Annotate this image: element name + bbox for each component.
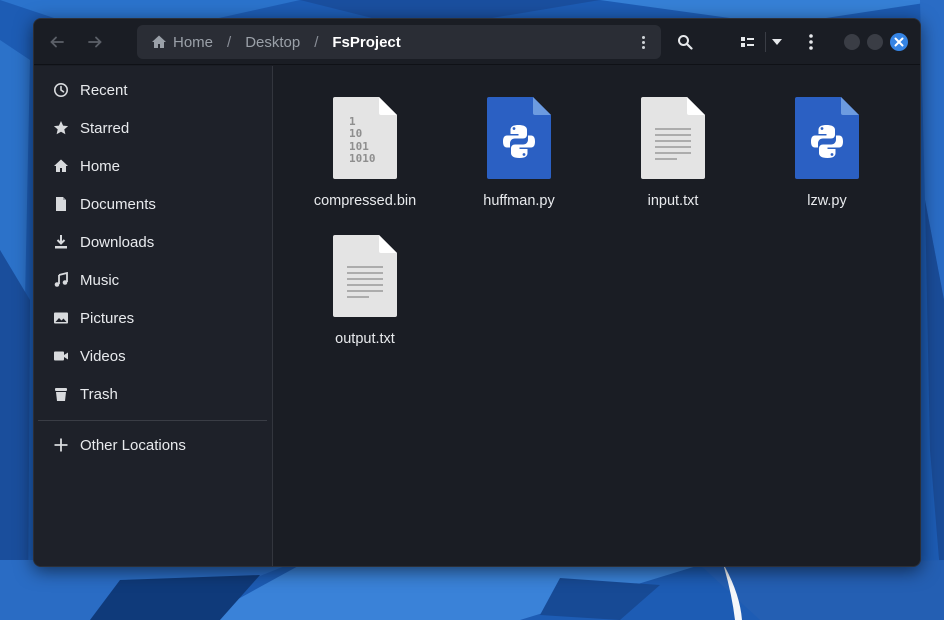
maximize-button[interactable] — [867, 34, 883, 50]
kebab-menu-icon — [809, 34, 813, 50]
svg-text:10: 10 — [349, 127, 362, 140]
search-button[interactable] — [672, 27, 698, 57]
file-name: input.txt — [647, 193, 699, 209]
arrow-right-icon — [88, 36, 102, 48]
trash-icon — [51, 386, 71, 402]
file-name: huffman.py — [483, 193, 555, 209]
breadcrumb-fsproject[interactable]: FsProject — [332, 34, 400, 51]
breadcrumb-label: FsProject — [332, 33, 401, 51]
star-icon — [51, 120, 71, 136]
file-item[interactable]: lzw.py — [752, 97, 902, 209]
file-manager-window: Home / Desktop / FsProject Recent Starre… — [33, 18, 921, 567]
file-name: lzw.py — [807, 193, 847, 209]
sidebar-item-documents[interactable]: Documents — [34, 186, 273, 222]
binary-file-icon: 1 10 101 1010 — [333, 97, 397, 179]
breadcrumb-separator: / — [227, 33, 232, 51]
back-button[interactable] — [42, 27, 72, 57]
chevron-down-icon — [772, 39, 782, 45]
sidebar-item-label: Other Locations — [80, 436, 186, 454]
main-menu-button[interactable] — [801, 27, 821, 57]
file-item[interactable]: input.txt — [598, 97, 748, 209]
text-file-icon — [333, 235, 397, 317]
sidebar-item-other-locations[interactable]: Other Locations — [34, 427, 273, 463]
picture-icon — [51, 310, 71, 326]
breadcrumb-label: Desktop — [245, 33, 301, 51]
view-separator — [765, 32, 766, 52]
sidebar-item-recent[interactable]: Recent — [34, 72, 273, 108]
view-toggle-button[interactable] — [734, 27, 762, 57]
path-menu-button[interactable] — [635, 33, 651, 51]
sidebar-item-pictures[interactable]: Pictures — [34, 300, 273, 336]
sidebar-divider — [38, 420, 267, 421]
text-file-icon — [641, 97, 705, 179]
sidebar-item-label: Starred — [80, 119, 130, 137]
sidebar-item-trash[interactable]: Trash — [34, 376, 273, 412]
home-icon — [51, 158, 71, 174]
python-file-icon — [795, 97, 859, 179]
clock-icon — [51, 82, 71, 98]
home-icon — [152, 35, 166, 48]
sidebar-item-label: Pictures — [80, 309, 135, 327]
music-icon — [51, 272, 71, 288]
header-bar: Home / Desktop / FsProject — [34, 19, 920, 65]
download-icon — [51, 234, 71, 250]
file-item[interactable]: output.txt — [290, 235, 440, 347]
sidebar-item-home[interactable]: Home — [34, 148, 273, 184]
file-name: compressed.bin — [313, 193, 417, 209]
sidebar-item-label: Music — [80, 271, 120, 289]
file-name: output.txt — [335, 331, 395, 347]
sidebar-item-label: Trash — [80, 385, 118, 403]
sidebar-item-label: Downloads — [80, 233, 155, 251]
sidebar-item-music[interactable]: Music — [34, 262, 273, 298]
forward-button[interactable] — [80, 27, 110, 57]
document-icon — [51, 196, 71, 212]
svg-text:1010: 1010 — [349, 152, 376, 165]
arrow-left-icon — [50, 36, 64, 48]
sidebar-item-label: Videos — [80, 347, 126, 365]
sidebar-item-starred[interactable]: Starred — [34, 110, 273, 146]
sidebar-item-label: Home — [80, 157, 121, 175]
minimize-button[interactable] — [844, 34, 860, 50]
breadcrumb-separator: / — [314, 33, 319, 51]
video-icon — [51, 348, 71, 364]
list-view-icon — [741, 37, 754, 47]
plus-icon — [51, 437, 71, 453]
file-item[interactable]: 1 10 101 1010 compressed.bin — [290, 97, 440, 209]
sidebar-item-label: Recent — [80, 81, 128, 99]
search-icon — [678, 35, 693, 50]
sidebar-item-label: Documents — [80, 195, 156, 213]
sidebar-item-videos[interactable]: Videos — [34, 338, 273, 374]
breadcrumb-desktop[interactable]: Desktop — [245, 34, 300, 51]
python-file-icon — [487, 97, 551, 179]
breadcrumb-label: Home — [173, 33, 214, 51]
sidebar: Recent Starred Home Documents Downloads — [34, 66, 273, 566]
sidebar-item-downloads[interactable]: Downloads — [34, 224, 273, 260]
breadcrumb-home[interactable]: Home — [151, 34, 213, 51]
path-bar: Home / Desktop / FsProject — [137, 25, 661, 59]
close-icon — [894, 37, 904, 47]
view-options-button[interactable] — [767, 27, 787, 57]
file-item[interactable]: huffman.py — [444, 97, 594, 209]
close-button[interactable] — [890, 33, 908, 51]
